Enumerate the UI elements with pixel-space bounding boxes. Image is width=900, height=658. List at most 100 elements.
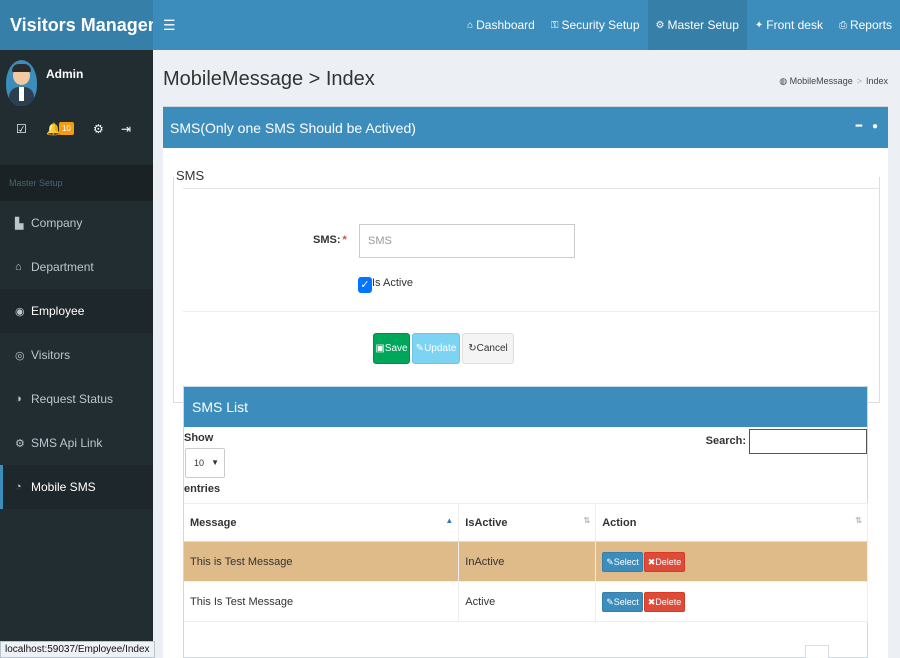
sort-asc-icon: ▲ bbox=[445, 516, 454, 525]
select-label: Select bbox=[613, 556, 639, 567]
sidebar-item-label: Visitors bbox=[31, 348, 71, 362]
user-actions: ☑ 🔔10 ⚙ ⇥ bbox=[16, 122, 131, 136]
page-title: MobileMessage > Index bbox=[163, 68, 375, 90]
select-button[interactable]: ✎Select bbox=[602, 591, 643, 612]
save-label: Save bbox=[384, 343, 408, 354]
app-logo[interactable]: Visitors Management bbox=[0, 0, 191, 50]
box-header: SMS(Only one SMS Should be Actived) ━ ● bbox=[163, 107, 888, 148]
form-divider bbox=[183, 311, 880, 312]
delete-button[interactable]: ✖Delete bbox=[643, 551, 686, 572]
column-label: Message bbox=[190, 516, 237, 529]
page-length-select[interactable]: 10 ▼ bbox=[185, 448, 225, 478]
sidebar-header: Master Setup bbox=[0, 165, 153, 201]
sidebar-item-label: Employee bbox=[31, 304, 85, 318]
sidebar-item-department[interactable]: ⌂ Department bbox=[0, 245, 153, 289]
sidebar-item-label: Company bbox=[31, 216, 83, 230]
pagination-button[interactable] bbox=[805, 645, 829, 658]
edit-icon: ✎ bbox=[415, 343, 425, 354]
notifications-button[interactable]: 🔔10 bbox=[46, 122, 93, 136]
select-button[interactable]: ✎Select bbox=[602, 551, 643, 572]
nav-reports[interactable]: ⎙ Reports bbox=[831, 0, 900, 50]
box-tools: ━ ● bbox=[846, 121, 878, 132]
comment-icon: ◔ bbox=[15, 481, 22, 493]
sms-table: Message ▲ IsActive ⇅ Action ⇅ This is Test … bbox=[184, 503, 868, 622]
nav-security-setup-label: Security Setup bbox=[561, 18, 640, 32]
sidebar-item-label: Request Status bbox=[31, 392, 114, 406]
sidebar-item-sms-api-link[interactable]: ⚙ SMS Api Link bbox=[0, 421, 153, 465]
update-button[interactable]: ✎ Update bbox=[412, 333, 460, 364]
top-nav: ⌂ Dashboard ⚿ Security Setup ⚙ Master Setup… bbox=[459, 0, 900, 50]
page-length-value: 10 bbox=[194, 458, 205, 468]
cancel-button[interactable]: ↻ Cancel bbox=[462, 333, 514, 364]
legend-divider bbox=[183, 188, 880, 189]
sms-fieldset bbox=[173, 177, 880, 403]
sign-out-icon[interactable]: ⇥ bbox=[121, 122, 131, 136]
content-wrapper: MobileMessage > Index ◍ MobileMessage > In… bbox=[153, 50, 900, 658]
breadcrumb: ◍ MobileMessage > Index bbox=[779, 76, 888, 87]
message-cell: This is Test Message bbox=[184, 541, 460, 582]
message-cell: This Is Test Message bbox=[184, 581, 460, 622]
cancel-label: Cancel bbox=[476, 343, 508, 354]
column-action[interactable]: Action ⇅ bbox=[595, 503, 868, 542]
column-message[interactable]: Message ▲ bbox=[184, 503, 460, 542]
top-navbar: ☰ ⌂ Dashboard ⚿ Security Setup ⚙ Master Set… bbox=[153, 0, 900, 50]
notification-badge: 10 bbox=[58, 122, 74, 135]
cogs-icon: ⚙ bbox=[15, 437, 25, 450]
save-button[interactable]: ▣ Save bbox=[373, 333, 410, 364]
table-row[interactable]: This is Test Message InActive ✎Select ✖De… bbox=[184, 541, 868, 582]
entries-label: entries bbox=[184, 483, 221, 495]
home-icon: ⌂ bbox=[467, 19, 474, 31]
table-header-row: Message ▲ IsActive ⇅ Action ⇅ bbox=[184, 503, 868, 542]
sidebar-toggle-icon[interactable]: ☰ bbox=[163, 17, 176, 34]
search-input[interactable] bbox=[749, 429, 867, 454]
sidebar-item-label: Mobile SMS bbox=[31, 480, 96, 494]
nav-reports-label: Reports bbox=[849, 18, 892, 32]
sms-label: SMS: * bbox=[313, 234, 347, 246]
chevron-down-icon: ▼ bbox=[211, 458, 219, 467]
users-icon: ✦ bbox=[754, 19, 764, 31]
is-active-label: Is Active bbox=[372, 277, 413, 289]
sidebar-item-employee[interactable]: ◉ Employee bbox=[0, 289, 153, 333]
sms-box: SMS(Only one SMS Should be Actived) ━ ● S… bbox=[163, 106, 888, 658]
show-label: Show bbox=[184, 432, 214, 444]
inbox-icon[interactable]: ☑ bbox=[16, 122, 46, 136]
nav-dashboard-label: Dashboard bbox=[476, 18, 535, 32]
comment-icon[interactable]: ● bbox=[872, 121, 878, 132]
collapse-icon[interactable]: ━ bbox=[856, 121, 862, 132]
search-label: Search: bbox=[705, 435, 746, 447]
column-label: IsActive bbox=[465, 516, 508, 529]
gear-icon[interactable]: ⚙ bbox=[93, 122, 121, 136]
sort-icon: ⇅ bbox=[583, 516, 591, 525]
edit-icon: ✎ bbox=[606, 596, 614, 607]
nav-dashboard[interactable]: ⌂ Dashboard bbox=[459, 0, 543, 50]
breadcrumb-home[interactable]: MobileMessage bbox=[790, 76, 853, 86]
delete-button[interactable]: ✖Delete bbox=[643, 591, 686, 612]
table-row[interactable]: This Is Test Message Active ✎Select ✖Dele… bbox=[184, 581, 868, 622]
column-label: Action bbox=[602, 516, 637, 529]
bank-icon: ⌂ bbox=[15, 261, 22, 273]
building-icon: ▙ bbox=[15, 217, 24, 230]
nav-security-setup[interactable]: ⚿ Security Setup bbox=[543, 0, 648, 50]
sidebar-item-request-status[interactable]: ◑ Request Status bbox=[0, 377, 153, 421]
box-title: SMS(Only one SMS Should be Actived) bbox=[170, 119, 416, 136]
action-cell: ✎Select ✖Delete bbox=[595, 581, 868, 622]
nav-master-setup[interactable]: ⚙ Master Setup bbox=[647, 0, 747, 50]
print-icon: ⎙ bbox=[838, 19, 847, 31]
column-isactive[interactable]: IsActive ⇅ bbox=[458, 503, 597, 542]
is-active-checkbox[interactable]: ✓ bbox=[358, 277, 372, 293]
sidebar-item-label: Department bbox=[31, 260, 94, 274]
nav-front-desk[interactable]: ✦ Front desk bbox=[747, 0, 831, 50]
sidebar-item-mobile-sms[interactable]: ◔ Mobile SMS bbox=[0, 465, 153, 509]
user-name: Admin bbox=[46, 67, 84, 81]
fieldset-legend: SMS bbox=[176, 168, 209, 183]
dashboard-icon: ◍ bbox=[779, 76, 788, 86]
sms-list-box: SMS List Show 10 ▼ entries Search: Messag… bbox=[183, 386, 868, 658]
nav-front-desk-label: Front desk bbox=[766, 18, 823, 32]
unlock-icon: ⚿ bbox=[550, 19, 559, 31]
avatar bbox=[6, 60, 37, 106]
sidebar-item-visitors[interactable]: ◎ Visitors bbox=[0, 333, 153, 377]
sidebar-item-company[interactable]: ▙ Company bbox=[0, 201, 153, 245]
delete-label: Delete bbox=[655, 556, 682, 567]
refresh-icon: ↻ bbox=[468, 343, 477, 354]
sms-input[interactable] bbox=[359, 224, 575, 258]
